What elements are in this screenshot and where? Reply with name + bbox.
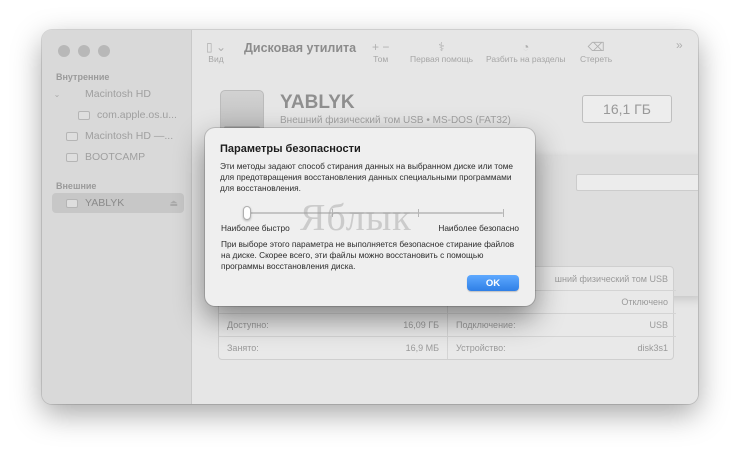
dialog-title: Параметры безопасности	[220, 143, 361, 155]
partition-button[interactable]: ◔ Разбить на разделы	[486, 40, 565, 64]
sidebar-section-internal: Внутренние	[56, 72, 110, 82]
sidebar-item-label: Macintosh HD —...	[85, 130, 174, 142]
slider-thumb[interactable]	[243, 206, 251, 220]
sidebar-item-macintosh-hd[interactable]: ⌄ Macintosh HD	[52, 84, 184, 104]
slider-tick	[503, 209, 504, 217]
sidebar-item-macintosh-hd-data[interactable]: Macintosh HD —...	[52, 126, 184, 146]
available-value: 16,09 ГБ	[403, 320, 439, 330]
sidebar-item-label: YABLYK	[85, 197, 125, 209]
more-button[interactable]: »	[676, 38, 683, 52]
sidebar-section-external: Внешние	[56, 181, 97, 191]
chevron-double-right-icon: »	[676, 38, 683, 52]
volume-name: YABLYK	[280, 92, 355, 113]
ok-button[interactable]: OK	[467, 275, 519, 291]
type-value: шний физический том USB	[554, 273, 668, 284]
chevron-down-icon[interactable]: ⌄	[52, 90, 62, 99]
disk-icon	[66, 131, 78, 141]
volume-button[interactable]: + − Том	[372, 40, 389, 64]
connection-value: USB	[649, 320, 668, 330]
name-field-background	[576, 174, 698, 191]
erase-icon: ⌫	[587, 40, 605, 54]
device-label: Устройство:	[456, 343, 506, 353]
disk-icon	[78, 110, 90, 120]
volume-label: Том	[373, 54, 389, 64]
sidebar-item-label: Macintosh HD	[85, 88, 151, 100]
view-label: Вид	[208, 54, 224, 64]
dialog-note: При выборе этого параметра не выполняетс…	[221, 239, 515, 271]
pie-chart-icon: ◔	[522, 40, 530, 54]
zoom-button[interactable]	[98, 45, 110, 57]
plus-minus-icon: + −	[372, 40, 390, 54]
available-label: Доступно:	[227, 320, 269, 330]
used-label: Занято:	[227, 343, 259, 353]
first-aid-button[interactable]: ⚕ Первая помощь	[410, 40, 473, 64]
sidebar-item-snapshot[interactable]: com.apple.os.u...	[52, 105, 184, 125]
fastest-label: Наиболее быстро	[221, 223, 290, 233]
connection-label: Подключение:	[456, 320, 516, 330]
sidebar-item-label: BOOTCAMP	[85, 151, 146, 163]
sidebar-toggle-icon: ▯ ⌄	[206, 40, 226, 54]
view-button[interactable]: ▯ ⌄ Вид	[206, 40, 226, 64]
sidebar-item-yablyk[interactable]: YABLYK ⏏	[52, 193, 184, 213]
minimize-button[interactable]	[78, 45, 90, 57]
volume-size: 16,1 ГБ	[582, 95, 672, 123]
sidebar-item-bootcamp[interactable]: BOOTCAMP	[52, 147, 184, 167]
first-aid-label: Первая помощь	[410, 54, 473, 64]
window-controls	[58, 45, 110, 57]
table-row: Подключение: USB	[448, 313, 676, 336]
sidebar-item-label: com.apple.os.u...	[97, 109, 177, 121]
safest-label: Наиболее безопасно	[438, 223, 519, 233]
volume-subtitle: Внешний физический том USB • MS-DOS (FAT…	[280, 115, 511, 126]
partition-label: Разбить на разделы	[486, 54, 566, 64]
eject-icon[interactable]: ⏏	[169, 198, 178, 209]
table-row: Устройство: disk3s1	[448, 336, 676, 359]
owners-value: Отключено	[621, 297, 668, 307]
window-title: Дисковая утилита	[244, 41, 357, 55]
table-row: Доступно: 16,09 ГБ	[219, 313, 447, 336]
used-value: 16,9 МБ	[405, 343, 439, 353]
stethoscope-icon: ⚕	[438, 40, 445, 54]
device-value: disk3s1	[637, 343, 668, 353]
disk-icon	[66, 152, 78, 162]
erase-label: Стереть	[580, 54, 613, 64]
slider-tick	[417, 209, 419, 217]
table-row: Занято: 16,9 МБ	[219, 336, 447, 359]
toolbar: ▯ ⌄ Вид Дисковая утилита + − Том ⚕ Перва…	[192, 30, 698, 74]
sidebar: Внутренние ⌄ Macintosh HD com.apple.os.u…	[42, 30, 192, 404]
dialog-description: Эти методы задают способ стирания данных…	[220, 161, 514, 193]
erase-button[interactable]: ⌫ Стереть	[580, 40, 612, 64]
disk-icon	[66, 198, 78, 208]
watermark: Яблык	[300, 197, 412, 239]
close-button[interactable]	[58, 45, 70, 57]
